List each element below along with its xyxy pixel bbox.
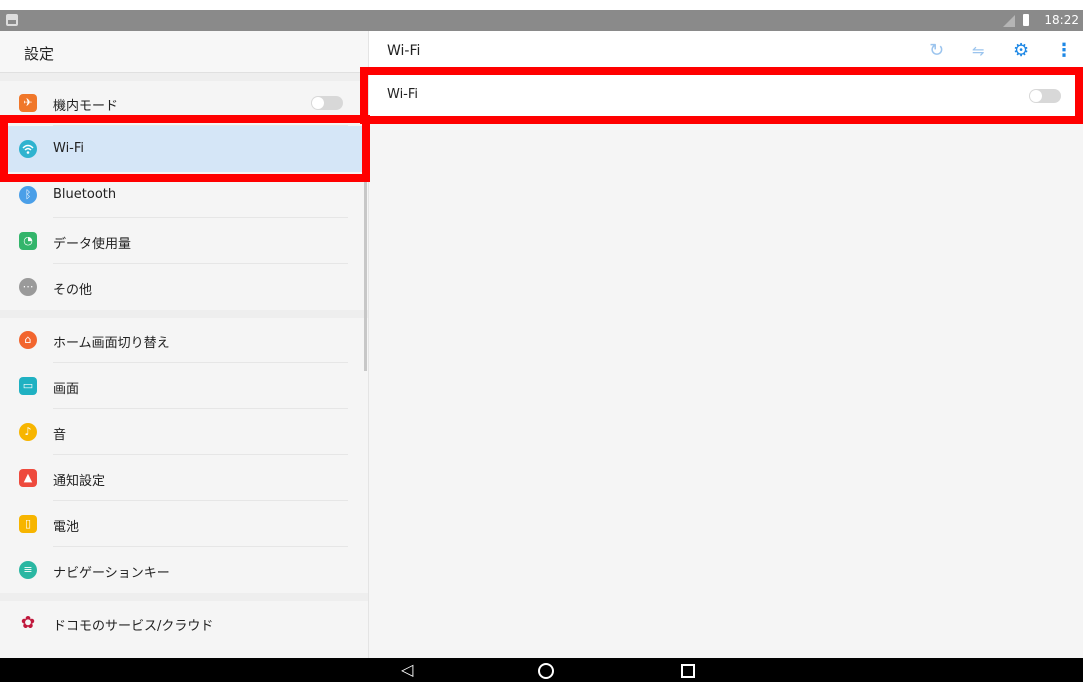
more-icon: ⋯ <box>19 278 37 296</box>
scrollbar[interactable] <box>364 181 367 371</box>
menu-item-label: ドコモのサービス/クラウド <box>53 619 214 634</box>
recent-apps-icon[interactable] <box>681 664 695 678</box>
menu-item-label: 画面 <box>53 382 80 397</box>
battery-status-icon <box>1023 14 1029 26</box>
menu-item-display[interactable]: ▭ 画面 <box>0 363 368 409</box>
menu-item-label: データ使用量 <box>53 237 132 252</box>
menu-item-label: ホーム画面切り替え <box>53 336 170 351</box>
menu-item-label: 電池 <box>53 520 80 535</box>
settings-list: 設定 ✈ 機内モード Wi-Fi ᛒ Bluetooth ◔ データ使用量 ⋯ … <box>0 31 369 658</box>
menu-item-label: Wi-Fi <box>53 141 85 156</box>
detail-title: Wi-Fi <box>387 43 421 59</box>
battery-icon: ▯ <box>19 515 37 533</box>
menu-item-label: 通知設定 <box>53 474 106 489</box>
navigation-bar: ◁ <box>0 658 1083 682</box>
advanced-settings-icon[interactable]: ⚙ <box>1013 40 1029 62</box>
notification-icon: ▲ <box>19 469 37 487</box>
wifi-toggle-row[interactable]: Wi-Fi <box>369 73 1083 120</box>
menu-item-label: ナビゲーションキー <box>53 566 170 581</box>
clock: 18:22 <box>1044 13 1079 27</box>
menu-item-label: Bluetooth <box>53 187 117 202</box>
wifi-row-label: Wi-Fi <box>387 87 419 102</box>
home-icon: ⌂ <box>19 331 37 349</box>
menu-item-label: その他 <box>53 283 93 298</box>
home-button-icon[interactable] <box>538 663 554 679</box>
docomo-service-icon: ✿ <box>20 613 36 633</box>
menu-item-docomo-service[interactable]: ✿ ドコモのサービス/クラウド <box>0 600 368 646</box>
wifi-content-area <box>369 120 1083 658</box>
menu-item-home-switch[interactable]: ⌂ ホーム画面切り替え <box>0 317 368 363</box>
display-icon: ▭ <box>19 377 37 395</box>
back-icon[interactable]: ◁ <box>401 660 413 680</box>
menu-item-data-usage[interactable]: ◔ データ使用量 <box>0 218 368 264</box>
airplane-icon: ✈ <box>19 94 37 112</box>
menu-item-bluetooth[interactable]: ᛒ Bluetooth <box>0 172 368 218</box>
settings-header: 設定 <box>0 31 368 73</box>
navigation-key-icon: ≡ <box>19 561 37 579</box>
menu-item-label: 機内モード <box>53 99 119 114</box>
more-options-icon[interactable]: ⋮ <box>1055 40 1073 62</box>
menu-item-battery[interactable]: ▯ 電池 <box>0 501 368 547</box>
refresh-icon[interactable]: ↻ <box>929 40 944 62</box>
settings-title: 設定 <box>24 45 55 63</box>
status-bar: 18:22 <box>0 10 1083 31</box>
wifi-toggle[interactable] <box>1029 89 1061 103</box>
wifi-direct-icon[interactable]: ⇋ <box>972 40 985 62</box>
airplane-mode-toggle[interactable] <box>311 96 343 110</box>
menu-item-more[interactable]: ⋯ その他 <box>0 264 368 310</box>
data-usage-icon: ◔ <box>19 232 37 250</box>
detail-header: Wi-Fi ↻ ⇋ ⚙ ⋮ <box>369 31 1083 73</box>
menu-item-notifications[interactable]: ▲ 通知設定 <box>0 455 368 501</box>
menu-item-label: 音 <box>53 428 67 443</box>
sound-icon: ♪ <box>19 423 37 441</box>
bluetooth-icon: ᛒ <box>19 186 37 204</box>
menu-item-airplane-mode[interactable]: ✈ 機内モード <box>0 80 368 126</box>
menu-item-wifi[interactable]: Wi-Fi <box>0 126 368 172</box>
image-notification-icon <box>6 14 18 26</box>
menu-item-sound[interactable]: ♪ 音 <box>0 409 368 455</box>
signal-icon <box>1003 15 1015 27</box>
menu-item-navigation-keys[interactable]: ≡ ナビゲーションキー <box>0 547 368 593</box>
wifi-icon <box>19 140 37 158</box>
